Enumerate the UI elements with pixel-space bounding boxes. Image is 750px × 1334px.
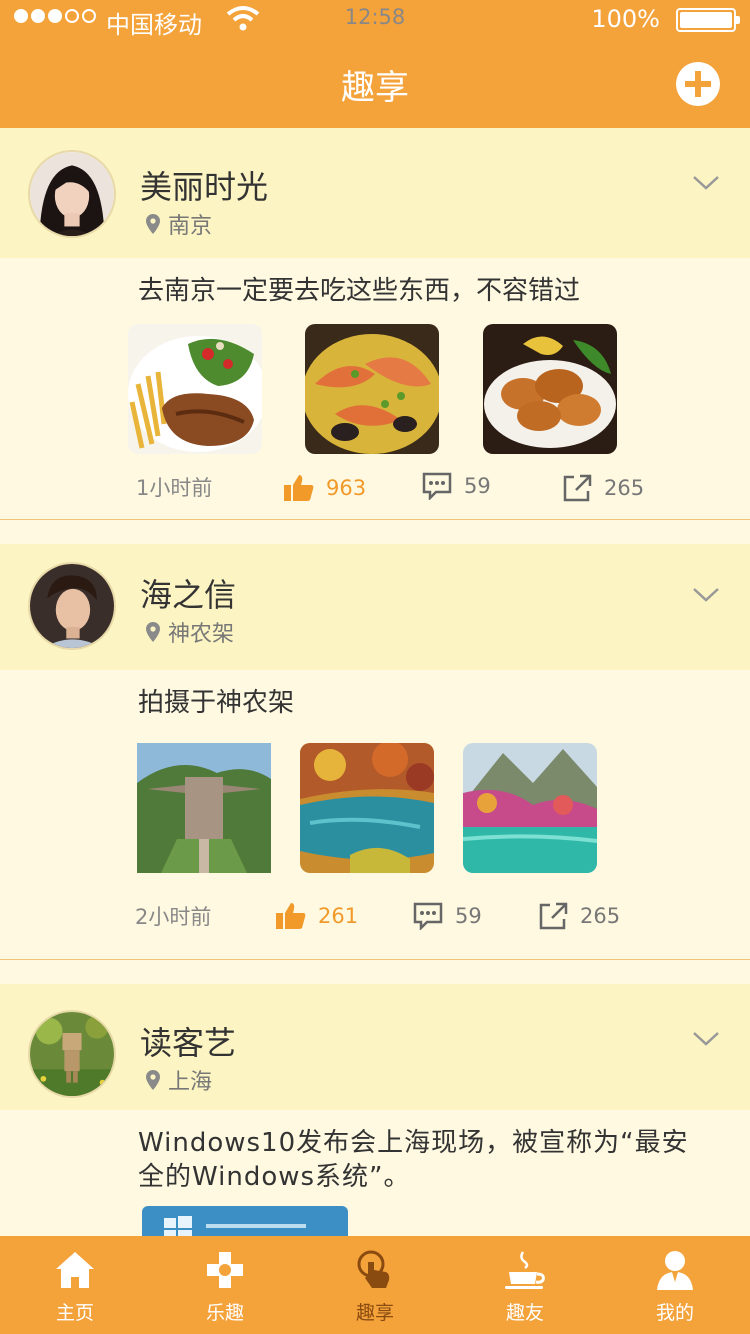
post-time: 1小时前 xyxy=(136,476,213,500)
tab-label: 趣友 xyxy=(505,1302,544,1324)
nav-bar: 趣享 xyxy=(0,40,750,128)
post-header: 美丽时光 南京 xyxy=(0,128,750,258)
tab-mine[interactable]: 我的 xyxy=(600,1236,750,1334)
user-icon xyxy=(657,1251,693,1290)
tap-hand-icon xyxy=(357,1250,390,1288)
post-caption: 去南京一定要去吃这些东西，不容错过 xyxy=(138,276,581,306)
post-header: 读客艺 上海 xyxy=(0,984,750,1110)
post-caption: Windows10发布会上海现场，被宣称为“最安全的Windows系统”。 xyxy=(138,1128,689,1192)
post-image-statue[interactable] xyxy=(137,743,271,873)
comment-icon xyxy=(413,902,443,930)
post-card[interactable]: 读客艺 上海 Windows10发布会上海现场，被宣称为“最安全的Windows… xyxy=(0,984,750,1236)
comment-count: 59 xyxy=(464,474,491,498)
location-text: 神农架 xyxy=(168,622,235,647)
tab-friends[interactable]: 趣友 xyxy=(450,1236,600,1334)
tab-home[interactable]: 主页 xyxy=(0,1236,150,1334)
share-icon xyxy=(539,902,568,930)
like-button[interactable]: 963 xyxy=(284,474,366,502)
comment-count: 59 xyxy=(455,904,482,928)
post-time: 2小时前 xyxy=(135,905,212,929)
status-bar: 中国移动 12:58 100% xyxy=(0,0,750,40)
location: 神农架 xyxy=(146,616,234,648)
location: 上海 xyxy=(146,1064,212,1096)
battery-icon xyxy=(676,8,740,32)
tab-label: 趣享 xyxy=(355,1302,394,1324)
user-name[interactable]: 美丽时光 xyxy=(140,162,268,208)
thumbs-up-icon xyxy=(276,903,306,929)
location-pin-icon xyxy=(146,1070,160,1090)
share-count: 265 xyxy=(580,904,621,928)
thumbs-up-icon xyxy=(284,475,314,501)
user-name[interactable]: 读客艺 xyxy=(140,1018,236,1064)
post-header: 海之信 神农架 xyxy=(0,544,750,670)
tab-label: 我的 xyxy=(655,1302,694,1324)
comment-icon xyxy=(422,472,452,500)
share-button[interactable]: 265 xyxy=(538,902,620,930)
post-image-fried-chicken[interactable] xyxy=(483,324,617,454)
post-image-windows-event[interactable] xyxy=(142,1206,348,1236)
post-card[interactable]: 美丽时光 南京 去南京一定要去吃这些东西，不容错过 1小时前 963 59 26… xyxy=(0,128,750,520)
chevron-down-icon[interactable] xyxy=(692,1024,720,1052)
comment-button[interactable]: 59 xyxy=(413,902,482,930)
avatar[interactable] xyxy=(28,1010,116,1098)
like-count: 261 xyxy=(318,904,359,928)
post-caption: 拍摄于神农架 xyxy=(138,688,295,718)
avatar[interactable] xyxy=(28,150,116,238)
gamepad-icon xyxy=(207,1252,243,1288)
share-count: 265 xyxy=(604,476,645,500)
share-button[interactable]: 265 xyxy=(562,474,644,502)
post-image-lake-autumn[interactable] xyxy=(300,743,434,873)
location-text: 南京 xyxy=(168,214,213,239)
post-image-paella[interactable] xyxy=(305,324,439,454)
user-name[interactable]: 海之信 xyxy=(140,570,236,616)
coffee-cup-icon xyxy=(505,1251,545,1289)
share-icon xyxy=(563,474,592,502)
avatar[interactable] xyxy=(28,562,116,650)
location: 南京 xyxy=(146,208,212,240)
feed-list[interactable]: 美丽时光 南京 去南京一定要去吃这些东西，不容错过 1小时前 963 59 26… xyxy=(0,128,750,1236)
add-post-button[interactable] xyxy=(676,62,720,106)
location-pin-icon xyxy=(146,214,160,234)
location-pin-icon xyxy=(146,622,160,642)
post-image-steak[interactable] xyxy=(128,324,262,454)
chevron-down-icon[interactable] xyxy=(692,580,720,608)
tab-label: 乐趣 xyxy=(205,1302,244,1324)
like-count: 963 xyxy=(326,476,367,500)
home-icon xyxy=(56,1252,94,1288)
post-card[interactable]: 海之信 神农架 拍摄于神农架 2小时前 261 59 265 xyxy=(0,544,750,960)
tab-bar: 主页 乐趣 趣享 趣友 我的 xyxy=(0,1236,750,1334)
location-text: 上海 xyxy=(168,1070,213,1095)
tab-label: 主页 xyxy=(55,1302,94,1324)
page-title: 趣享 xyxy=(341,68,409,108)
battery-percent: 100% xyxy=(591,5,660,33)
tab-share[interactable]: 趣享 xyxy=(300,1236,450,1334)
comment-button[interactable]: 59 xyxy=(422,472,491,500)
like-button[interactable]: 261 xyxy=(276,902,358,930)
tab-fun[interactable]: 乐趣 xyxy=(150,1236,300,1334)
chevron-down-icon[interactable] xyxy=(692,168,720,196)
post-image-colorful-lake[interactable] xyxy=(463,743,597,873)
